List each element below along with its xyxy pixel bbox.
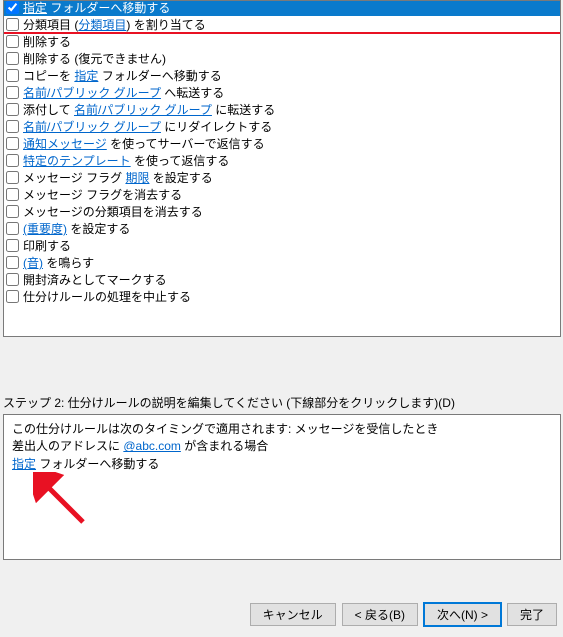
desc-line-2: 差出人のアドレスに @abc.com が含まれる場合	[12, 438, 552, 455]
action-checkbox[interactable]	[6, 171, 19, 184]
actions-list-panel: 指定 フォルダーへ移動する分類項目 (分類項目) を割り当てる削除する削除する …	[3, 0, 561, 337]
wizard-button-bar: キャンセル < 戻る(B) 次へ(N) > 完了	[0, 595, 563, 637]
action-label: 開封済みとしてマークする	[23, 271, 167, 288]
action-label: 削除する (復元できません)	[23, 50, 166, 67]
desc-line-3: 指定 フォルダーへ移動する	[12, 456, 552, 473]
rule-description-panel: この仕分けルールは次のタイミングで適用されます: メッセージを受信したとき 差出…	[3, 414, 561, 560]
action-label: 通知メッセージ を使ってサーバーで返信する	[23, 135, 265, 152]
action-checkbox[interactable]	[6, 239, 19, 252]
action-link[interactable]: 指定	[23, 1, 47, 15]
action-row[interactable]: (音) を鳴らす	[4, 254, 560, 271]
action-link[interactable]: 名前/パブリック グループ	[74, 103, 212, 117]
action-row[interactable]: 仕分けルールの処理を中止する	[4, 288, 560, 305]
action-row[interactable]: メッセージの分類項目を消去する	[4, 203, 560, 220]
action-label: 添付して 名前/パブリック グループ に転送する	[23, 101, 275, 118]
action-checkbox[interactable]	[6, 273, 19, 286]
action-row[interactable]: 名前/パブリック グループ へ転送する	[4, 84, 560, 101]
action-label: 名前/パブリック グループ へ転送する	[23, 84, 224, 101]
action-checkbox[interactable]	[6, 290, 19, 303]
action-label: 名前/パブリック グループ にリダイレクトする	[23, 118, 272, 135]
action-checkbox[interactable]	[6, 35, 19, 48]
action-label: 印刷する	[23, 237, 71, 254]
action-label: (音) を鳴らす	[23, 254, 94, 271]
action-row[interactable]: コピーを 指定 フォルダーへ移動する	[4, 67, 560, 84]
action-label: メッセージ フラグを消去する	[23, 186, 182, 203]
action-checkbox[interactable]	[6, 52, 19, 65]
desc-line-1: この仕分けルールは次のタイミングで適用されます: メッセージを受信したとき	[12, 421, 552, 438]
action-label: コピーを 指定 フォルダーへ移動する	[23, 67, 222, 84]
action-label: 特定のテンプレート を使って返信する	[23, 152, 229, 169]
finish-button[interactable]: 完了	[507, 603, 557, 626]
action-link[interactable]: (音)	[23, 256, 43, 270]
action-row[interactable]: メッセージ フラグ 期限 を設定する	[4, 169, 560, 186]
action-row[interactable]: 開封済みとしてマークする	[4, 271, 560, 288]
action-row[interactable]: メッセージ フラグを消去する	[4, 186, 560, 203]
action-checkbox[interactable]	[6, 137, 19, 150]
action-checkbox[interactable]	[6, 1, 19, 14]
step2-label: ステップ 2: 仕分けルールの説明を編集してください (下線部分をクリックします…	[3, 394, 455, 411]
action-row[interactable]: 添付して 名前/パブリック グループ に転送する	[4, 101, 560, 118]
action-link[interactable]: 期限	[125, 171, 149, 185]
action-label: 分類項目 (分類項目) を割り当てる	[23, 16, 206, 33]
action-link[interactable]: 分類項目	[78, 18, 126, 32]
action-row[interactable]: 名前/パブリック グループ にリダイレクトする	[4, 118, 560, 135]
action-label: (重要度) を設定する	[23, 220, 130, 237]
desc-address-link[interactable]: @abc.com	[123, 439, 181, 453]
action-label: 指定 フォルダーへ移動する	[23, 0, 170, 16]
action-row[interactable]: 通知メッセージ を使ってサーバーで返信する	[4, 135, 560, 152]
cancel-button[interactable]: キャンセル	[250, 603, 336, 626]
action-row[interactable]: (重要度) を設定する	[4, 220, 560, 237]
action-checkbox[interactable]	[6, 188, 19, 201]
action-row[interactable]: 印刷する	[4, 237, 560, 254]
desc-folder-link[interactable]: 指定	[12, 457, 36, 471]
action-checkbox[interactable]	[6, 103, 19, 116]
action-row[interactable]: 削除する (復元できません)	[4, 50, 560, 67]
action-checkbox[interactable]	[6, 69, 19, 82]
action-link[interactable]: 名前/パブリック グループ	[23, 120, 161, 134]
action-label: 削除する	[23, 33, 71, 50]
action-link[interactable]: 指定	[74, 69, 98, 83]
action-link[interactable]: 名前/パブリック グループ	[23, 86, 161, 100]
action-row[interactable]: 分類項目 (分類項目) を割り当てる	[4, 16, 560, 33]
action-link[interactable]: 通知メッセージ	[23, 137, 107, 151]
action-link[interactable]: (重要度)	[23, 222, 67, 236]
next-button[interactable]: 次へ(N) >	[424, 603, 501, 626]
action-row[interactable]: 特定のテンプレート を使って返信する	[4, 152, 560, 169]
action-label: メッセージの分類項目を消去する	[23, 203, 203, 220]
action-row[interactable]: 削除する	[4, 33, 560, 50]
action-label: メッセージ フラグ 期限 を設定する	[23, 169, 213, 186]
action-checkbox[interactable]	[6, 154, 19, 167]
action-checkbox[interactable]	[6, 120, 19, 133]
action-row[interactable]: 指定 フォルダーへ移動する	[4, 0, 560, 16]
action-checkbox[interactable]	[6, 256, 19, 269]
back-button[interactable]: < 戻る(B)	[342, 603, 418, 626]
action-link[interactable]: 特定のテンプレート	[23, 154, 131, 168]
action-label: 仕分けルールの処理を中止する	[23, 288, 191, 305]
action-checkbox[interactable]	[6, 86, 19, 99]
action-checkbox[interactable]	[6, 222, 19, 235]
action-checkbox[interactable]	[6, 205, 19, 218]
action-checkbox[interactable]	[6, 18, 19, 31]
highlight-underline	[4, 32, 560, 34]
